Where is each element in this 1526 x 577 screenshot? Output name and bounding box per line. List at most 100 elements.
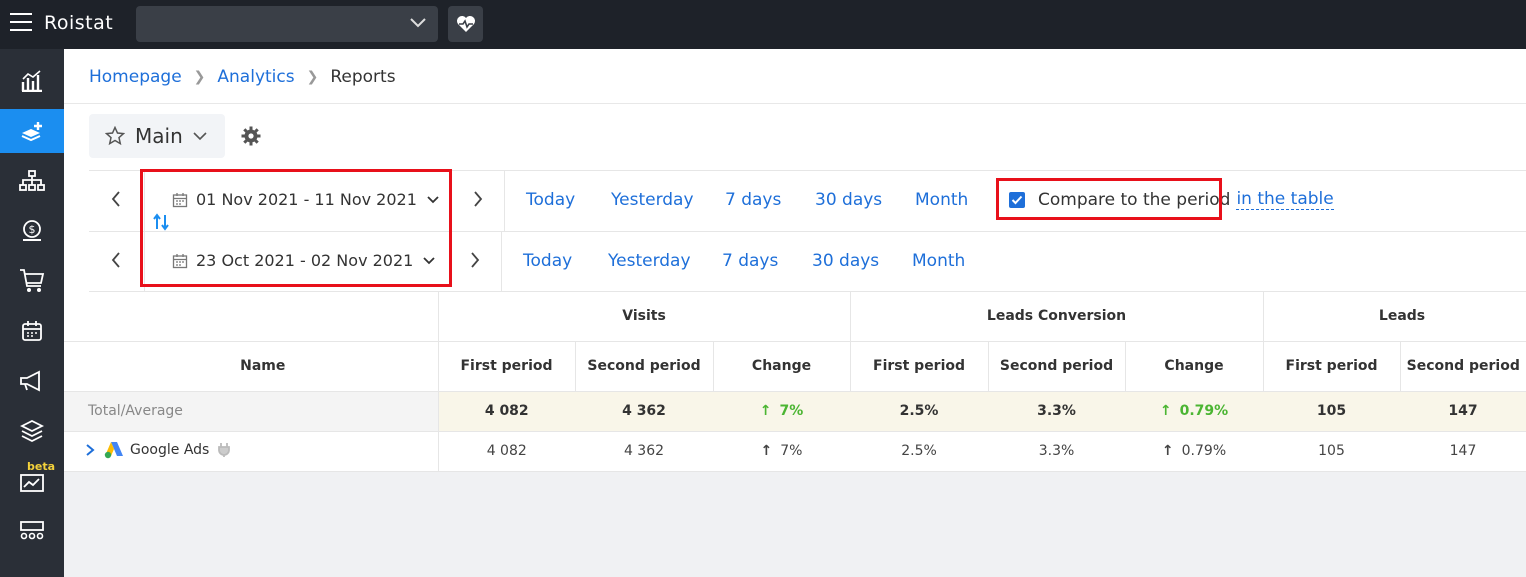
sidebar-item-analytics[interactable]	[0, 59, 64, 103]
date-ranges-highlight	[140, 169, 452, 287]
group-header-leads[interactable]: Leads	[1334, 308, 1470, 324]
plug-icon	[218, 443, 231, 457]
row-visits-change: 7%	[780, 443, 803, 459]
expand-chevron-icon[interactable]	[84, 443, 96, 457]
total-label: Total/Average	[64, 391, 438, 432]
leads-second-header[interactable]: Second period	[1399, 341, 1526, 392]
chevron-right-icon: ❯	[306, 69, 319, 85]
visits-first-header[interactable]: First period	[437, 341, 575, 392]
total-visits-second: 4 362	[575, 391, 713, 432]
row-conversion-second: 3.3%	[988, 431, 1126, 472]
breadcrumb: Homepage ❯ Analytics ❯ Reports	[89, 67, 396, 87]
preset-30-days[interactable]: 30 days	[815, 190, 882, 210]
divider	[64, 103, 1526, 104]
chevron-right-icon[interactable]	[469, 251, 481, 269]
preset-month[interactable]: Month	[915, 190, 968, 210]
total-conversion-change: 0.79%	[1179, 403, 1229, 419]
gear-icon[interactable]	[241, 126, 261, 146]
total-row: Total/Average 4 082 4 362 ↑ 7% 2.5% 3.3% …	[64, 391, 1526, 432]
row-source-name[interactable]: Google Ads	[130, 442, 209, 458]
heart-pulse-icon	[456, 16, 475, 32]
sidebar-item-finance[interactable]: $	[0, 209, 64, 253]
leads-first-header[interactable]: First period	[1262, 341, 1401, 392]
google-ads-logo-icon	[104, 442, 123, 459]
table-row: Google Ads 4 082 4 362 ↑ 7% 2.5% 3.3% ↑ 0.…	[64, 431, 1526, 472]
layers-icon	[20, 419, 44, 443]
preset-today[interactable]: Today	[523, 251, 572, 271]
sidebar-item-reports[interactable]	[0, 109, 64, 153]
project-select[interactable]	[136, 6, 438, 42]
total-leads-first: 105	[1263, 391, 1401, 432]
preset-yesterday[interactable]: Yesterday	[611, 190, 694, 210]
sidebar-item-sales[interactable]	[0, 259, 64, 303]
health-button[interactable]	[448, 6, 483, 42]
row-visits-first: 4 082	[437, 431, 575, 472]
sidebar: $ beta	[0, 49, 64, 577]
name-header-spacer	[64, 292, 438, 342]
sidebar-item-beta[interactable]	[0, 459, 64, 503]
chevron-left-icon[interactable]	[110, 251, 122, 269]
preset-yesterday[interactable]: Yesterday	[608, 251, 691, 271]
breadcrumb-home[interactable]: Homepage	[89, 67, 182, 87]
sidebar-item-team[interactable]	[0, 509, 64, 553]
sitemap-icon	[19, 170, 45, 191]
preset-today[interactable]: Today	[526, 190, 575, 210]
preset-month[interactable]: Month	[912, 251, 965, 271]
chevron-right-icon: ❯	[193, 69, 206, 85]
chevron-down-icon	[193, 131, 207, 140]
arrow-up-icon: ↑	[760, 443, 773, 459]
preset-7-days[interactable]: 7 days	[725, 190, 781, 210]
chevron-left-icon[interactable]	[110, 190, 122, 208]
cart-icon	[20, 269, 45, 292]
report-panel: Homepage ❯ Analytics ❯ Reports Main 01 N…	[64, 49, 1526, 472]
conversion-first-header[interactable]: First period	[849, 341, 989, 392]
preset-30-days[interactable]: 30 days	[812, 251, 879, 271]
chart-board-icon	[20, 474, 44, 492]
visits-second-header[interactable]: Second period	[574, 341, 713, 392]
money-icon: $	[23, 220, 41, 241]
name-header[interactable]: Name	[64, 341, 438, 392]
row-leads-first: 105	[1263, 431, 1401, 472]
group-header-visits[interactable]: Visits	[437, 292, 851, 342]
menu-icon[interactable]	[10, 13, 32, 31]
arrow-up-icon: ↑	[1159, 403, 1172, 419]
report-select[interactable]: Main	[89, 114, 225, 158]
compare-mode-link[interactable]: in the table	[1236, 189, 1334, 210]
sidebar-item-structure[interactable]	[0, 159, 64, 203]
group-header-conversion[interactable]: Leads Conversion	[849, 292, 1264, 342]
row-conversion-first: 2.5%	[850, 431, 989, 472]
main-area: Homepage ❯ Analytics ❯ Reports Main 01 N…	[64, 49, 1526, 577]
arrow-up-icon: ↑	[759, 403, 772, 419]
app-logo[interactable]: Roistat	[44, 12, 113, 34]
breadcrumb-analytics[interactable]: Analytics	[217, 67, 294, 87]
report-table: Visits Leads Conversion Leads Name First…	[64, 292, 1526, 472]
row-conversion-change: 0.79%	[1181, 443, 1227, 459]
sidebar-item-layers[interactable]	[0, 409, 64, 453]
top-bar: Roistat	[0, 0, 1526, 49]
conversion-change-header[interactable]: Change	[1124, 341, 1264, 392]
total-conversion-first: 2.5%	[850, 391, 989, 432]
compare-highlight	[996, 178, 1222, 220]
star-icon	[105, 126, 125, 146]
sidebar-item-marketing[interactable]	[0, 359, 64, 403]
total-visits-first: 4 082	[437, 391, 575, 432]
layers-add-icon	[21, 122, 42, 142]
arrow-up-icon: ↑	[1161, 443, 1174, 459]
row-leads-second: 147	[1400, 431, 1526, 472]
calendar-icon	[22, 321, 42, 341]
bar-chart-icon	[21, 70, 42, 92]
sidebar-item-calendar[interactable]	[0, 309, 64, 353]
total-leads-second: 147	[1400, 391, 1526, 432]
total-conversion-second: 3.3%	[988, 391, 1126, 432]
conversion-second-header[interactable]: Second period	[987, 341, 1126, 392]
megaphone-icon	[20, 370, 40, 392]
svg-text:$: $	[29, 223, 36, 236]
breadcrumb-current: Reports	[330, 67, 396, 87]
visits-change-header[interactable]: Change	[712, 341, 851, 392]
users-icon	[20, 521, 44, 540]
row-visits-second: 4 362	[575, 431, 713, 472]
preset-7-days[interactable]: 7 days	[722, 251, 778, 271]
chevron-right-icon[interactable]	[472, 190, 484, 208]
report-name: Main	[135, 124, 183, 148]
chevron-down-icon	[410, 18, 426, 28]
